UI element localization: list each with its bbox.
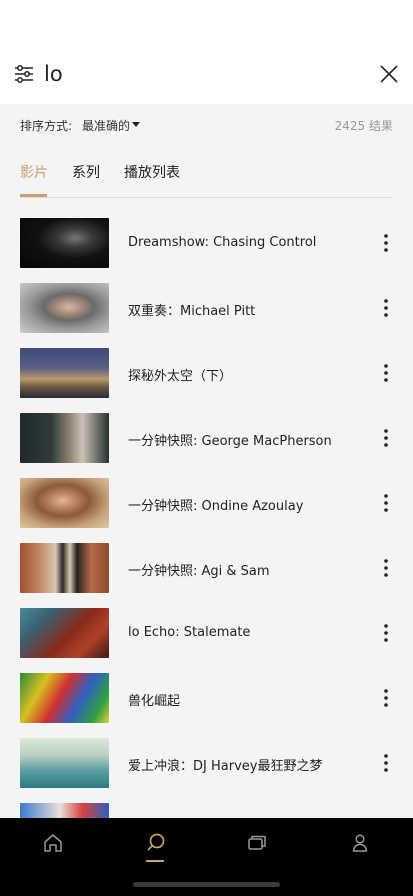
more-icon[interactable]: [379, 752, 393, 774]
more-icon[interactable]: [379, 362, 393, 384]
sort-dropdown[interactable]: 最准确的: [82, 117, 130, 134]
bottom-nav: [0, 818, 413, 896]
profile-icon[interactable]: [345, 828, 375, 858]
item-title: 兽化崛起: [128, 694, 181, 709]
item-title: 一分钟快照: Agi & Sam: [128, 564, 270, 579]
active-tab-indicator: [20, 194, 47, 197]
more-icon[interactable]: [379, 492, 393, 514]
home-icon[interactable]: [38, 828, 68, 858]
result-count: 2425 结果: [334, 119, 393, 133]
item-title: Dreamshow: Chasing Control: [128, 235, 317, 250]
more-icon[interactable]: [379, 622, 393, 644]
list-item[interactable]: 探秘外太空（下）: [0, 344, 413, 409]
home-indicator[interactable]: [133, 882, 280, 887]
list-item[interactable]: 一分钟快照: Ondine Azoulay: [0, 474, 413, 539]
list-item[interactable]: 一分钟快照: Agi & Sam: [0, 539, 413, 604]
thumbnail: [20, 608, 109, 658]
caret-down-icon[interactable]: [132, 122, 140, 127]
more-icon[interactable]: [379, 687, 393, 709]
results-list: Dreamshow: Chasing Control 双重奏：Michael P…: [0, 214, 413, 818]
tab-series[interactable]: 系列: [72, 162, 100, 182]
thumbnail: [20, 673, 109, 723]
thumbnail: [20, 218, 109, 268]
filter-icon[interactable]: [14, 64, 34, 84]
search-icon[interactable]: [141, 828, 171, 858]
list-item[interactable]: 爱上冲浪：DJ Harvey最狂野之梦: [0, 734, 413, 799]
more-icon[interactable]: [379, 297, 393, 319]
sort-row: 排序方式: 最准确的 2425 结果: [0, 104, 413, 144]
library-icon[interactable]: [242, 828, 272, 858]
thumbnail: [20, 738, 109, 788]
tab-videos[interactable]: 影片: [20, 162, 48, 182]
list-item[interactable]: 一分钟快照: George MacPherson: [0, 409, 413, 474]
item-title: 双重奏：Michael Pitt: [128, 304, 256, 319]
result-tabs: 影片 系列 播放列表: [0, 148, 413, 200]
active-nav-indicator: [146, 860, 164, 862]
sort-label: 排序方式:: [20, 119, 73, 133]
list-item[interactable]: 双重奏：Michael Pitt: [0, 279, 413, 344]
thumbnail: [20, 283, 109, 333]
tab-playlists[interactable]: 播放列表: [124, 162, 180, 182]
item-title: 探秘外太空（下）: [128, 369, 233, 384]
thumbnail: [20, 478, 109, 528]
tabs-divider: [20, 197, 393, 198]
close-icon[interactable]: [379, 64, 399, 84]
thumbnail: [20, 803, 109, 818]
search-input[interactable]: lo: [44, 62, 63, 86]
item-title: lo Echo: Stalemate: [128, 625, 251, 640]
thumbnail: [20, 543, 109, 593]
thumbnail: [20, 348, 109, 398]
more-icon[interactable]: [379, 232, 393, 254]
item-title: 一分钟快照: George MacPherson: [128, 434, 332, 449]
list-item[interactable]: [0, 799, 413, 818]
more-icon[interactable]: [379, 557, 393, 579]
search-bar: lo: [0, 0, 413, 104]
thumbnail: [20, 413, 109, 463]
more-icon[interactable]: [379, 427, 393, 449]
list-item[interactable]: 兽化崛起: [0, 669, 413, 734]
item-title: 爱上冲浪：DJ Harvey最狂野之梦: [128, 759, 323, 774]
list-item[interactable]: Dreamshow: Chasing Control: [0, 214, 413, 279]
item-title: 一分钟快照: Ondine Azoulay: [128, 499, 304, 514]
list-item[interactable]: lo Echo: Stalemate: [0, 604, 413, 669]
